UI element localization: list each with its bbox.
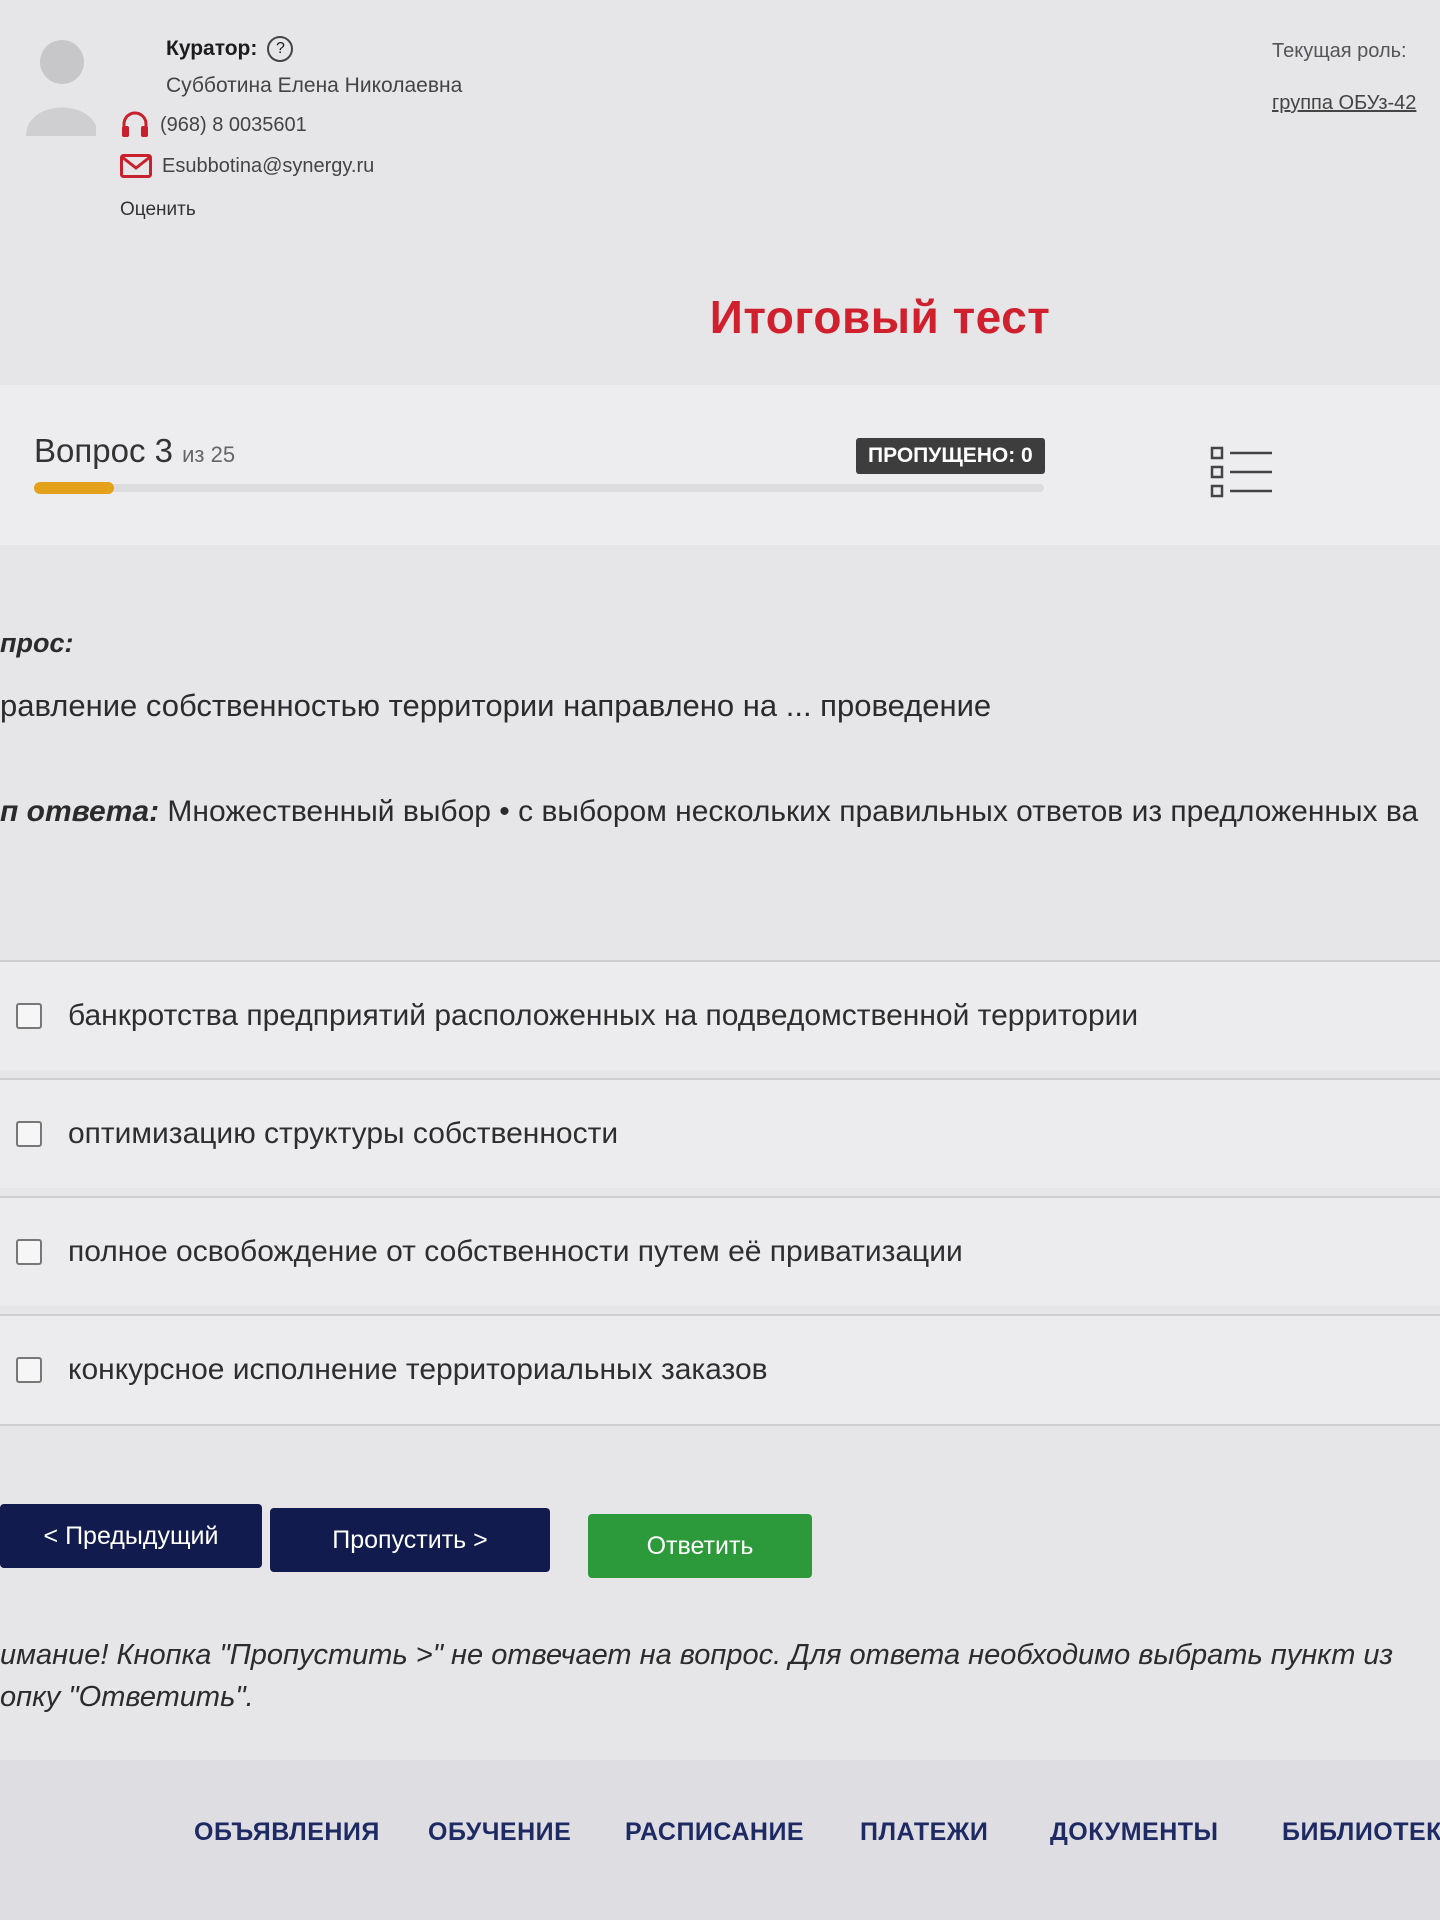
- checkbox-icon[interactable]: [16, 1121, 42, 1147]
- curator-phone[interactable]: (968) 8 0035601: [160, 114, 307, 137]
- answer-option-text: конкурсное исполнение территориальных за…: [68, 1353, 768, 1386]
- warning-note-line-2: опку "Ответить".: [0, 1681, 254, 1713]
- curator-label: Куратор:: [166, 37, 258, 60]
- question-counter: Вопрос 3 из 25: [34, 432, 235, 470]
- previous-button[interactable]: < Предыдущий: [0, 1504, 262, 1568]
- current-role-label: Текущая роль:: [1272, 40, 1407, 62]
- rate-curator-link[interactable]: Оценить: [120, 199, 196, 221]
- curator-phone-row: (968) 8 0035601: [120, 110, 307, 140]
- progress-track: [34, 484, 1044, 492]
- answer-option-4[interactable]: конкурсное исполнение территориальных за…: [0, 1314, 1440, 1426]
- checkbox-icon[interactable]: [16, 1003, 42, 1029]
- answer-type-value: Множественный выбор • с выбором нескольк…: [167, 795, 1419, 828]
- headset-icon: [122, 111, 148, 137]
- answer-option-text: полное освобождение от собственности пут…: [68, 1235, 963, 1268]
- answer-option-text: оптимизацию структуры собственности: [68, 1117, 619, 1150]
- question-list-icon[interactable]: [1210, 444, 1274, 500]
- checkbox-icon[interactable]: [16, 1357, 42, 1383]
- nav-library[interactable]: БИБЛИОТЕК: [1282, 1818, 1440, 1847]
- nav-learning[interactable]: ОБУЧЕНИЕ: [428, 1818, 571, 1847]
- envelope-icon: [120, 154, 152, 178]
- nav-payments[interactable]: ПЛАТЕЖИ: [860, 1818, 988, 1847]
- curator-email[interactable]: Esubbotina@synergy.ru: [162, 155, 374, 178]
- question-label: прос:: [0, 628, 74, 658]
- question-total: из 25: [182, 442, 236, 467]
- nav-documents[interactable]: ДОКУМЕНТЫ: [1050, 1818, 1219, 1847]
- checkbox-icon[interactable]: [16, 1239, 42, 1265]
- page-title: Итоговый тест: [709, 291, 1051, 343]
- help-circle-icon[interactable]: ?: [267, 36, 294, 62]
- skipped-badge: ПРОПУЩЕНО: 0: [856, 438, 1045, 474]
- question-text: равление собственностью территории напра…: [0, 688, 992, 723]
- answer-option-3[interactable]: полное освобождение от собственности пут…: [0, 1196, 1440, 1306]
- answer-type-label: п ответа:: [0, 795, 160, 828]
- answer-option-text: банкротства предприятий расположенных на…: [68, 999, 1139, 1032]
- skip-button[interactable]: Пропустить >: [270, 1508, 550, 1572]
- curator-title: Куратор: ?: [166, 36, 294, 62]
- nav-announcements[interactable]: ОБЪЯВЛЕНИЯ: [194, 1818, 380, 1847]
- warning-note-line-1: имание! Кнопка "Пропустить >" не отвечае…: [0, 1639, 1394, 1671]
- nav-schedule[interactable]: РАСПИСАНИЕ: [625, 1818, 804, 1847]
- answer-option-2[interactable]: оптимизацию структуры собственности: [0, 1078, 1440, 1188]
- current-role-value[interactable]: группа ОБУз-42: [1272, 92, 1416, 115]
- answer-button[interactable]: Ответить: [588, 1514, 812, 1578]
- progress-fill: [34, 482, 114, 494]
- user-avatar-icon: [26, 40, 96, 136]
- answer-type: п ответа: Множественный выбор • с выборо…: [0, 795, 1418, 829]
- answer-options: банкротства предприятий расположенных на…: [0, 960, 1440, 1426]
- curator-name: Субботина Елена Николаевна: [166, 74, 463, 97]
- warning-note: имание! Кнопка "Пропустить >" не отвечае…: [0, 1634, 1393, 1718]
- question-number: Вопрос 3: [34, 432, 173, 469]
- answer-option-1[interactable]: банкротства предприятий расположенных на…: [0, 960, 1440, 1070]
- curator-email-row: Esubbotina@synergy.ru: [120, 154, 374, 178]
